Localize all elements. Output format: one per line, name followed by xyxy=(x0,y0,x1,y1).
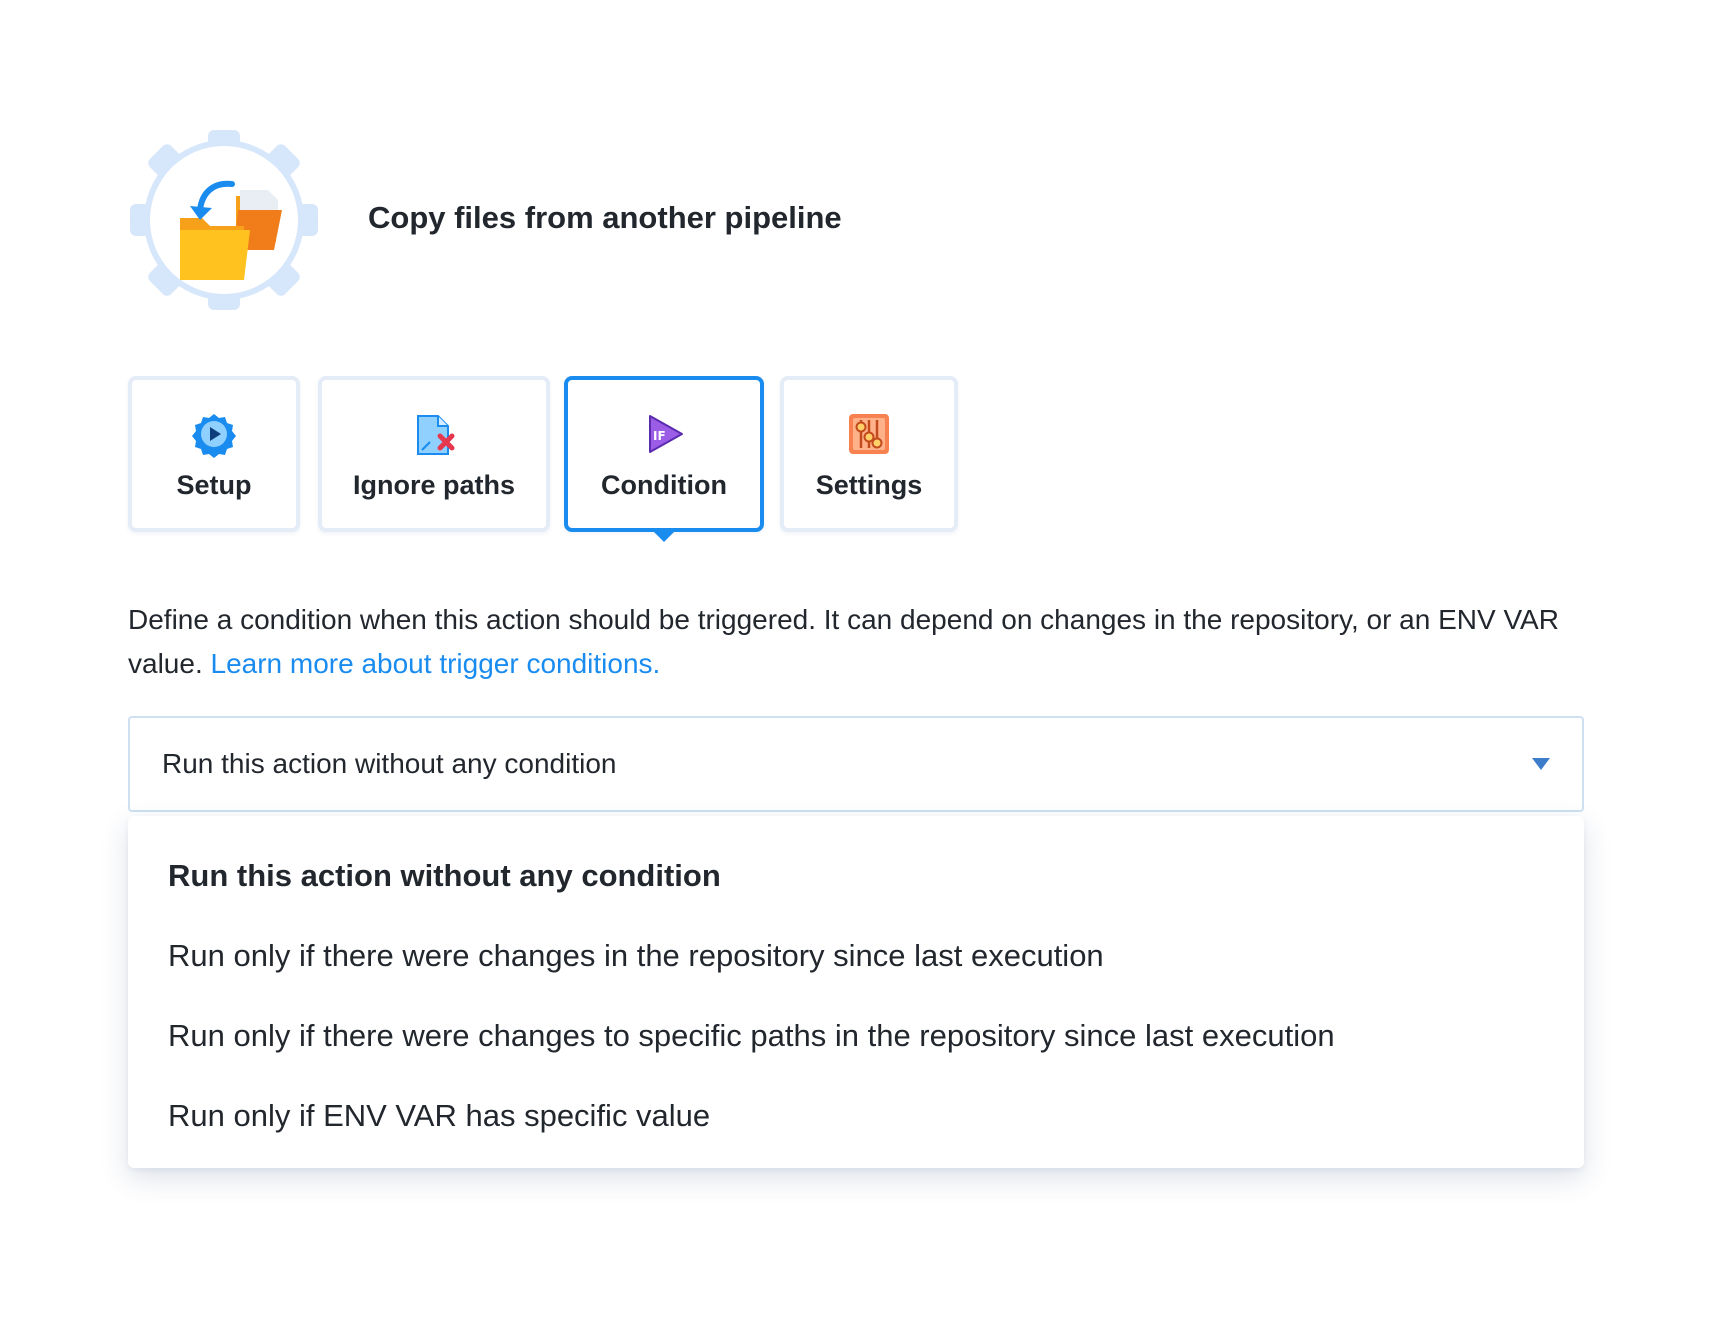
learn-more-link[interactable]: Learn more about trigger conditions. xyxy=(211,648,661,679)
tab-settings[interactable]: Settings xyxy=(780,376,958,532)
action-title: Copy files from another pipeline xyxy=(368,200,842,235)
condition-option-repo-changes[interactable]: Run only if there were changes in the re… xyxy=(128,916,1584,996)
action-header xyxy=(128,126,320,314)
tab-ignore-paths-label: Ignore paths xyxy=(352,469,515,500)
condition-select-value: Run this action without any condition xyxy=(162,748,617,779)
setup-gear-icon xyxy=(192,413,236,458)
tab-setup[interactable]: Setup xyxy=(128,376,300,532)
tab-settings-label: Settings xyxy=(815,469,923,500)
action-config-page: Copy files from another pipeline Setup I… xyxy=(0,0,1712,1324)
svg-text:IF: IF xyxy=(653,429,666,443)
ignore-paths-icon xyxy=(417,414,455,455)
tab-ignore-paths[interactable]: Ignore paths xyxy=(318,376,550,532)
settings-sliders-icon xyxy=(849,413,889,454)
gear-badge-icon xyxy=(130,130,318,310)
active-tab-pointer xyxy=(652,530,676,542)
chevron-down-icon xyxy=(1532,758,1550,770)
tab-condition-label: Condition xyxy=(601,469,727,500)
condition-if-icon: IF xyxy=(649,414,683,453)
condition-option-path-changes[interactable]: Run only if there were changes to specif… xyxy=(128,996,1584,1076)
condition-description: Define a condition when this action shou… xyxy=(128,598,1588,686)
condition-option-no-condition[interactable]: Run this action without any condition xyxy=(128,836,1584,916)
tab-condition[interactable]: IF Condition xyxy=(564,376,764,542)
condition-select[interactable]: Run this action without any condition xyxy=(128,716,1584,812)
action-badge xyxy=(128,126,320,314)
condition-option-env-var[interactable]: Run only if ENV VAR has specific value xyxy=(128,1076,1584,1156)
condition-dropdown-menu: Run this action without any condition Ru… xyxy=(128,816,1584,1168)
tab-setup-label: Setup xyxy=(176,469,252,500)
